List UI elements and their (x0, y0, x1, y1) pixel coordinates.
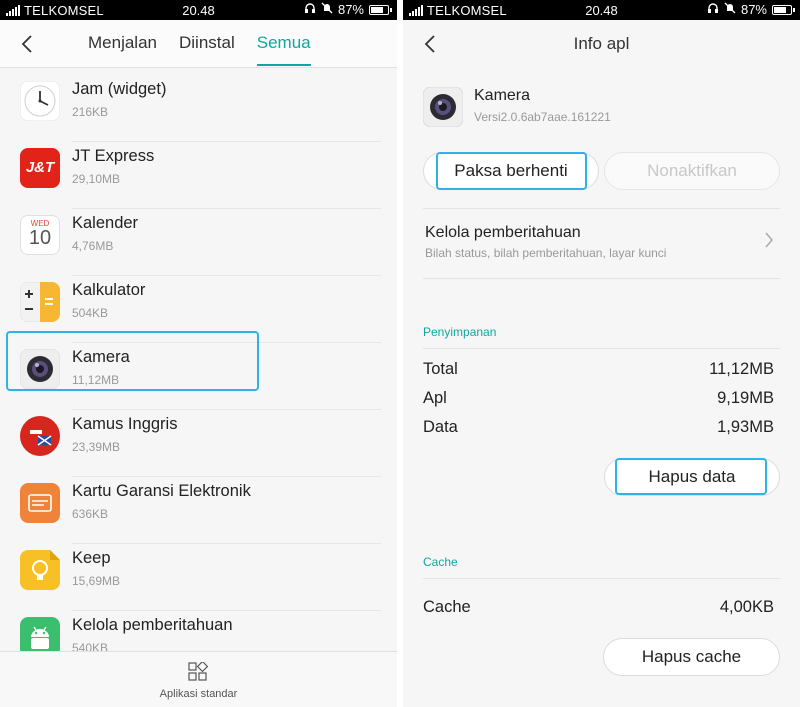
disable-button[interactable]: Nonaktifkan (604, 152, 780, 190)
status-bar: TELKOMSEL 20.48 87% (0, 0, 397, 20)
app-name: Keep (72, 549, 111, 567)
app-name: Kalender (72, 214, 139, 232)
app-size: 29,10MB (72, 172, 121, 186)
clear-cache-button[interactable]: Hapus cache (603, 638, 780, 676)
battery-percent: 87% (337, 2, 364, 17)
cache-value: 4,00KB (719, 598, 774, 616)
list-item[interactable]: Keep 15,69MB (0, 544, 397, 611)
warranty-card-icon (20, 483, 60, 523)
top-nav: Menjalan Diinstal Semua (0, 20, 397, 68)
app-name: Kamera (474, 87, 531, 104)
calculator-icon (20, 282, 60, 322)
camera-icon (423, 87, 463, 127)
battery-icon (772, 4, 795, 15)
kamera-highlight-box (6, 331, 259, 391)
app-info-screen: TELKOMSEL 20.48 87% Info apl Kamera Vers… (403, 0, 800, 707)
storage-label: Data (423, 418, 458, 436)
app-version: Versi2.0.6ab7aae.161221 (474, 110, 611, 124)
dictionary-icon (20, 416, 60, 456)
list-item[interactable]: J&T JT Express 29,10MB (0, 142, 397, 209)
divider (423, 348, 780, 349)
mute-bell-icon (724, 2, 736, 17)
app-size: 4,76MB (72, 239, 114, 253)
page-title: Info apl (573, 34, 630, 53)
setting-subtitle: Bilah status, bilah pemberitahuan, layar… (425, 246, 667, 260)
storage-row-data: Data 1,93MB (423, 418, 774, 442)
battery-icon (369, 4, 392, 15)
app-size: 216KB (72, 105, 109, 119)
app-name: Kartu Garansi Elektronik (72, 482, 251, 500)
chevron-right-icon (765, 232, 773, 248)
tab-installed[interactable]: Diinstal (179, 33, 235, 66)
divider (423, 578, 780, 579)
calendar-date: 10 (28, 227, 52, 249)
app-name: Kalkulator (72, 281, 146, 299)
storage-label: Apl (423, 389, 447, 407)
clear-data-highlight-box (615, 458, 767, 495)
storage-row-total: Total 11,12MB (423, 360, 774, 384)
app-size: 636KB (72, 507, 109, 521)
tab-bar: Menjalan Diinstal Semua (88, 33, 333, 66)
app-size: 15,69MB (72, 574, 121, 588)
storage-value: 11,12MB (709, 360, 774, 378)
cache-row: Cache 4,00KB (423, 598, 774, 622)
list-item[interactable]: Kamus Inggris 23,39MB (0, 410, 397, 477)
headset-icon (707, 2, 719, 17)
list-item[interactable]: Jam (widget) 216KB (0, 75, 397, 142)
default-apps-icon (188, 662, 208, 681)
force-stop-highlight-box (436, 152, 587, 190)
storage-value: 9,19MB (717, 389, 774, 407)
status-bar: TELKOMSEL 20.48 87% (403, 0, 800, 20)
tab-all[interactable]: Semua (256, 33, 311, 66)
list-item[interactable]: WED 10 Kalender 4,76MB (0, 209, 397, 276)
jt-icon-text: J&T (25, 159, 55, 176)
storage-row-app: Apl 9,19MB (423, 389, 774, 413)
top-nav: Info apl (403, 20, 800, 68)
jt-express-icon: J&T (20, 148, 60, 188)
divider (423, 278, 780, 279)
clock-icon (20, 81, 60, 121)
cache-label: Cache (423, 598, 471, 616)
app-name: JT Express (72, 147, 155, 165)
calendar-icon: WED 10 (20, 215, 60, 255)
tab-running[interactable]: Menjalan (88, 33, 157, 66)
bottom-bar[interactable]: Aplikasi standar (0, 651, 397, 707)
app-name: Jam (widget) (72, 80, 167, 98)
app-name: Kamus Inggris (72, 415, 178, 433)
app-size: 23,39MB (72, 440, 121, 454)
setting-title: Kelola pemberitahuan (425, 224, 581, 241)
cache-section-label: Cache (423, 555, 458, 569)
app-size: 504KB (72, 306, 109, 320)
keep-bulb-icon (20, 550, 60, 590)
mute-bell-icon (321, 2, 333, 17)
divider (423, 208, 780, 209)
list-item[interactable]: Kartu Garansi Elektronik 636KB (0, 477, 397, 544)
headset-icon (304, 2, 316, 17)
app-list-screen: TELKOMSEL 20.48 87% Menjalan Diinstal Se… (0, 0, 397, 707)
storage-section-label: Penyimpanan (423, 325, 497, 339)
default-apps-label: Aplikasi standar (159, 688, 238, 700)
storage-value: 1,93MB (717, 418, 774, 436)
storage-label: Total (423, 360, 458, 378)
back-arrow-icon[interactable] (18, 34, 38, 54)
battery-percent: 87% (740, 2, 767, 17)
app-name: Kelola pemberitahuan (72, 616, 233, 634)
